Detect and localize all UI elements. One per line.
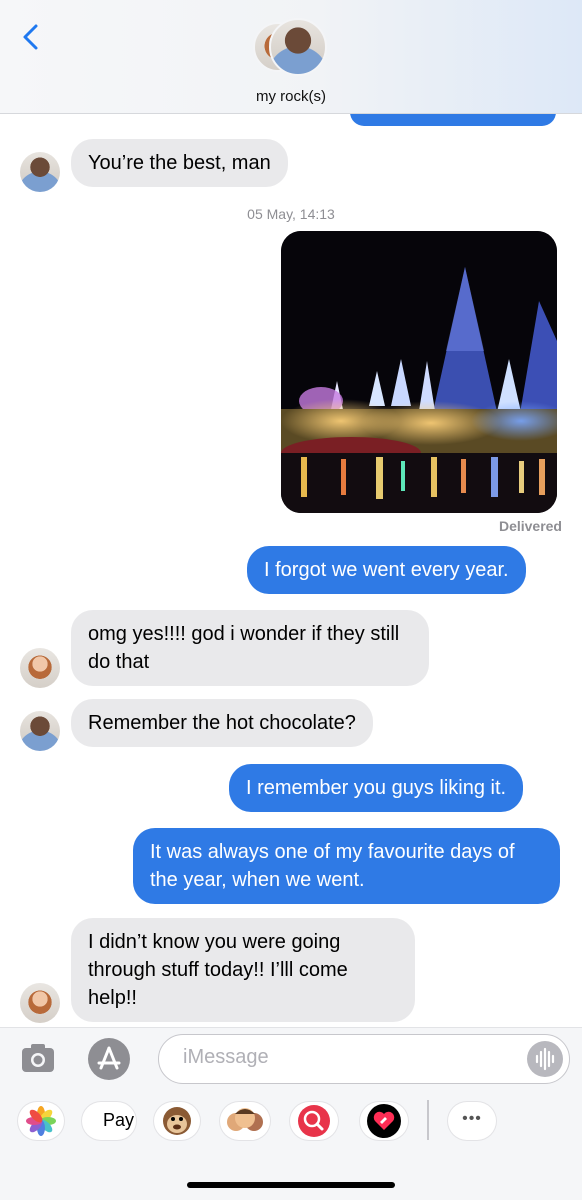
- camera-icon[interactable]: [18, 1038, 58, 1078]
- contact-name[interactable]: my rock(s): [0, 88, 582, 105]
- sender-avatar[interactable]: [20, 983, 60, 1023]
- more-apps-button[interactable]: •••: [448, 1102, 496, 1140]
- avatar-man: [269, 18, 327, 76]
- audio-message-icon[interactable]: [527, 1041, 563, 1077]
- sender-avatar[interactable]: [20, 152, 60, 192]
- app-store-icon[interactable]: [88, 1038, 130, 1080]
- home-indicator[interactable]: [187, 1182, 395, 1188]
- message-bubble-outgoing[interactable]: I remember you guys liking it.: [229, 764, 524, 812]
- message-timestamp: 05 May, 14:13: [247, 206, 335, 222]
- message-input[interactable]: iMessage: [158, 1034, 570, 1084]
- apple-pay-app[interactable]: Pay: [82, 1102, 136, 1140]
- animoji-monkey-icon[interactable]: [154, 1102, 200, 1140]
- sender-avatar[interactable]: [20, 711, 60, 751]
- message-bubble-outgoing[interactable]: It was always one of my favourite days o…: [133, 828, 560, 904]
- photo-attachment[interactable]: [281, 231, 557, 513]
- memoji-stickers-icon[interactable]: [220, 1102, 270, 1140]
- delivery-status: Delivered: [498, 518, 562, 534]
- message-bubble-incoming[interactable]: You’re the best, man: [71, 139, 288, 187]
- sender-avatar[interactable]: [20, 648, 60, 688]
- message-bubble-outgoing[interactable]: I forgot we went every year.: [247, 546, 526, 594]
- digital-touch-icon[interactable]: [360, 1102, 408, 1140]
- message-bubble-incoming[interactable]: I didn’t know you were going through stu…: [71, 918, 415, 1022]
- more-label: •••: [462, 1110, 482, 1127]
- back-chevron-icon[interactable]: [16, 22, 46, 52]
- message-bubble-incoming[interactable]: omg yes!!!! god i wonder if they still d…: [71, 610, 429, 686]
- message-bubble-incoming[interactable]: Remember the hot chocolate?: [71, 699, 373, 747]
- photos-app-icon[interactable]: [18, 1102, 64, 1140]
- conversation-header: my rock(s): [0, 0, 582, 114]
- message-input-placeholder: iMessage: [183, 1046, 269, 1068]
- group-avatar[interactable]: [253, 18, 329, 80]
- image-search-icon[interactable]: [290, 1102, 338, 1140]
- apple-pay-label: Pay: [103, 1110, 135, 1130]
- app-drawer-divider: [427, 1100, 429, 1140]
